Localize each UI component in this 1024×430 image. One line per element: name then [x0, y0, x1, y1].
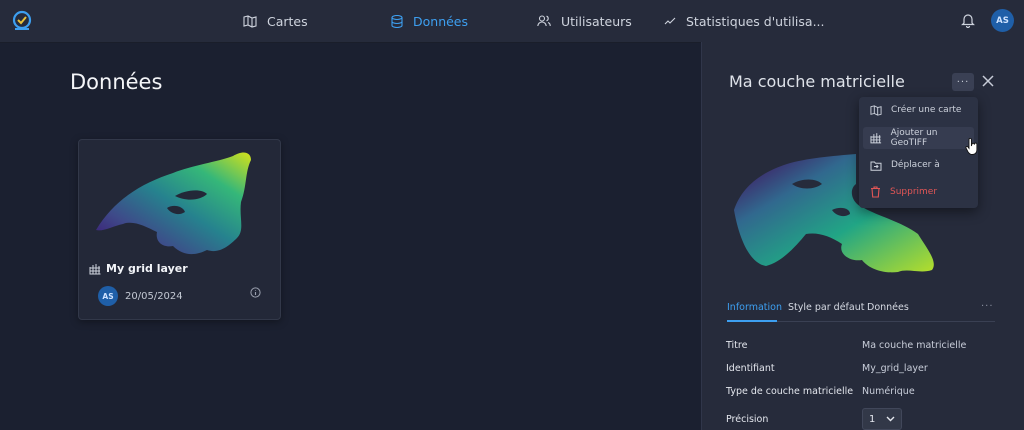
menu-item-ajouter-geotiff[interactable]: Ajouter un GeoTIFF — [863, 127, 974, 149]
menu-label-deplacer: Déplacer à — [891, 160, 940, 170]
grid-icon — [89, 263, 101, 274]
nav-item-donnees[interactable]: Données — [391, 0, 468, 42]
page-title: Données — [70, 70, 163, 94]
property-label-type: Type de couche matricielle — [726, 386, 854, 397]
property-value-type: Numérique — [862, 386, 915, 397]
menu-item-creer-carte[interactable]: Créer une carte — [863, 99, 974, 121]
precision-value: 1 — [869, 413, 876, 425]
owner-avatar: AS — [98, 286, 118, 306]
user-avatar[interactable]: AS — [991, 9, 1014, 32]
trash-icon — [871, 186, 880, 198]
property-value-identifiant: My_grid_layer — [862, 363, 928, 374]
close-icon[interactable] — [982, 75, 994, 87]
layer-date: 20/05/2024 — [125, 291, 183, 302]
users-icon — [537, 15, 551, 27]
panel-title: Ma couche matricielle — [729, 72, 905, 91]
menu-item-supprimer[interactable]: Supprimer — [863, 181, 974, 203]
property-label-identifiant: Identifiant — [726, 363, 775, 374]
nav-label-cartes: Cartes — [267, 13, 308, 29]
nav-label-donnees: Données — [413, 13, 469, 29]
top-navigation-bar: Cartes Données Utilisateurs Statistiques… — [0, 0, 1024, 42]
database-icon — [391, 14, 403, 28]
tab-information[interactable]: Information — [727, 302, 782, 313]
folder-move-icon — [870, 161, 882, 171]
hand-cursor-icon — [965, 138, 978, 155]
layer-name-label: My grid layer — [106, 262, 188, 275]
layer-card[interactable]: My grid layer AS 20/05/2024 — [78, 139, 281, 320]
tab-donnees[interactable]: Données — [867, 302, 909, 313]
map-icon — [870, 104, 882, 116]
nav-label-statistiques: Statistiques d'utilisa... — [686, 13, 825, 29]
map-icon — [243, 14, 257, 28]
menu-item-deplacer[interactable]: Déplacer à — [863, 154, 974, 176]
active-tab-indicator — [727, 320, 777, 322]
property-label-precision: Précision — [726, 414, 769, 425]
nav-item-utilisateurs[interactable]: Utilisateurs — [537, 0, 632, 42]
precision-select[interactable]: 1 — [862, 408, 902, 430]
app-logo-icon[interactable] — [10, 9, 34, 33]
tab-style-par-defaut[interactable]: Style par défaut — [788, 302, 864, 313]
menu-label-ajouter-geotiff: Ajouter un GeoTIFF — [890, 128, 938, 148]
info-icon[interactable] — [250, 287, 261, 298]
more-options-button[interactable]: ··· — [952, 73, 974, 91]
panel-tabs: Information Style par défaut Données ··· — [727, 301, 995, 324]
property-value-titre: Ma couche matricielle — [862, 340, 967, 351]
tabs-more-button[interactable]: ··· — [981, 301, 994, 312]
chart-line-icon — [664, 17, 676, 25]
bell-icon[interactable] — [961, 12, 975, 28]
chevron-down-icon — [886, 416, 895, 422]
layer-name: My grid layer — [89, 262, 188, 275]
menu-label-creer-carte: Créer une carte — [891, 105, 962, 115]
layer-thumbnail — [96, 152, 251, 255]
menu-label-supprimer: Supprimer — [890, 187, 938, 197]
layer-context-menu: Créer une carte Ajouter un GeoTIFF Dépla… — [859, 97, 978, 208]
nav-item-cartes[interactable]: Cartes — [243, 0, 308, 42]
nav-item-statistiques[interactable]: Statistiques d'utilisa... — [664, 0, 825, 42]
nav-label-utilisateurs: Utilisateurs — [561, 13, 632, 29]
property-label-titre: Titre — [726, 340, 748, 351]
grid-icon — [870, 133, 882, 144]
